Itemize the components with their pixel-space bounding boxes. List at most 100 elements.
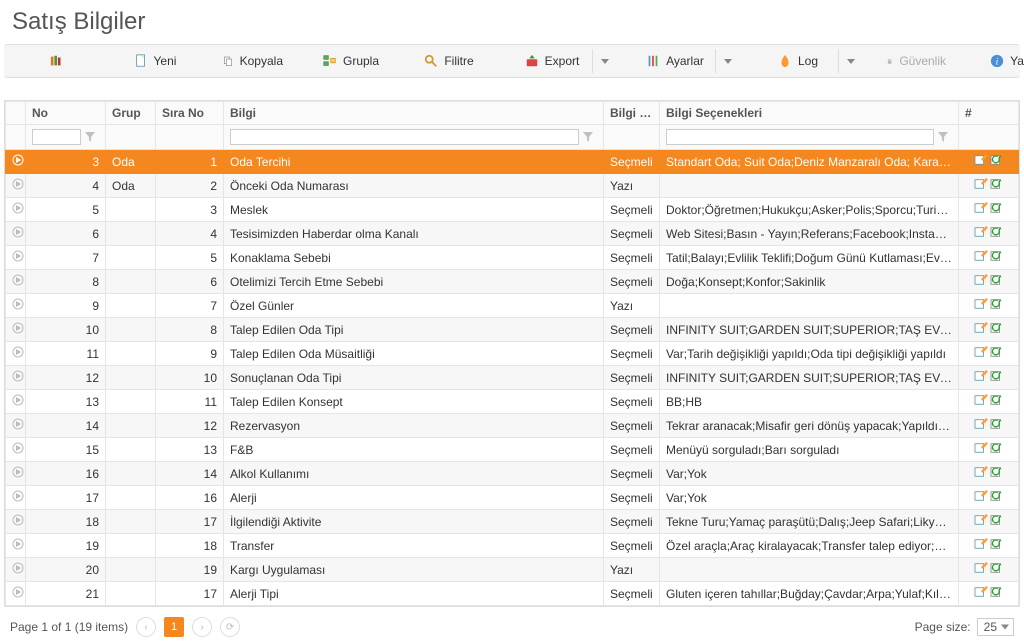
table-row[interactable]: 3Oda1Oda TercihiSeçmeliStandart Oda; Sui… xyxy=(6,150,1019,174)
refresh-icon[interactable] xyxy=(990,418,1004,430)
settings-button[interactable]: Ayarlar xyxy=(625,49,715,73)
copy-button[interactable]: Kopyala xyxy=(208,49,298,73)
table-row[interactable]: 86Otelimizi Tercih Etme SebebiSeçmeliDoğ… xyxy=(6,270,1019,294)
expand-cell[interactable] xyxy=(6,270,26,294)
expand-cell[interactable] xyxy=(6,246,26,270)
edit-icon[interactable] xyxy=(974,178,988,190)
pager-refresh[interactable]: ⟳ xyxy=(220,617,240,637)
refresh-icon[interactable] xyxy=(990,442,1004,454)
table-row[interactable]: 1716AlerjiSeçmeliVar;Yok xyxy=(6,486,1019,510)
edit-icon[interactable] xyxy=(974,490,988,502)
filter-icon[interactable] xyxy=(937,131,949,143)
table-row[interactable]: 4Oda2Önceki Oda NumarasıYazı xyxy=(6,174,1019,198)
log-dropdown[interactable] xyxy=(838,49,863,73)
pager-current[interactable]: 1 xyxy=(164,617,184,637)
filter-bilgi[interactable] xyxy=(230,129,579,145)
table-row[interactable]: 75Konaklama SebebiSeçmeliTatil;Balayı;Ev… xyxy=(6,246,1019,270)
col-grup[interactable]: Grup xyxy=(106,102,156,125)
expand-cell[interactable] xyxy=(6,510,26,534)
export-button[interactable]: Export xyxy=(502,49,592,73)
table-row[interactable]: 119Talep Edilen Oda MüsaitliğiSeçmeliVar… xyxy=(6,342,1019,366)
page-size-select[interactable]: 25 xyxy=(977,618,1014,636)
edit-icon[interactable] xyxy=(974,466,988,478)
refresh-icon[interactable] xyxy=(990,202,1004,214)
refresh-icon[interactable] xyxy=(990,562,1004,574)
expand-cell[interactable] xyxy=(6,534,26,558)
refresh-icon[interactable] xyxy=(990,322,1004,334)
refresh-icon[interactable] xyxy=(990,250,1004,262)
refresh-icon[interactable] xyxy=(990,394,1004,406)
col-no[interactable]: No xyxy=(26,102,106,125)
security-button[interactable]: Güvenlik xyxy=(871,49,961,73)
edit-icon[interactable] xyxy=(974,322,988,334)
edit-icon[interactable] xyxy=(974,250,988,262)
pager-next[interactable]: › xyxy=(192,617,212,637)
edit-icon[interactable] xyxy=(974,538,988,550)
filter-sec[interactable] xyxy=(666,129,934,145)
refresh-icon[interactable] xyxy=(990,178,1004,190)
toolbar-icon-button[interactable] xyxy=(12,49,102,73)
table-row[interactable]: 1614Alkol KullanımıSeçmeliVar;Yok xyxy=(6,462,1019,486)
edit-icon[interactable] xyxy=(974,226,988,238)
expand-cell[interactable] xyxy=(6,390,26,414)
help-button[interactable]: i Yardım xyxy=(969,49,1024,73)
table-row[interactable]: 108Talep Edilen Oda TipiSeçmeliINFINITY … xyxy=(6,318,1019,342)
table-row[interactable]: 1918TransferSeçmeliÖzel araçla;Araç kira… xyxy=(6,534,1019,558)
col-expand[interactable] xyxy=(6,102,26,125)
refresh-icon[interactable] xyxy=(990,538,1004,550)
refresh-icon[interactable] xyxy=(990,490,1004,502)
table-row[interactable]: 1513F&BSeçmeliMenüyü sorguladı;Barı sorg… xyxy=(6,438,1019,462)
expand-cell[interactable] xyxy=(6,438,26,462)
expand-cell[interactable] xyxy=(6,198,26,222)
filter-icon[interactable] xyxy=(84,131,96,143)
refresh-icon[interactable] xyxy=(990,274,1004,286)
edit-icon[interactable] xyxy=(974,298,988,310)
edit-icon[interactable] xyxy=(974,586,988,598)
expand-cell[interactable] xyxy=(6,462,26,486)
edit-icon[interactable] xyxy=(974,394,988,406)
expand-cell[interactable] xyxy=(6,366,26,390)
table-row[interactable]: 97Özel GünlerYazı xyxy=(6,294,1019,318)
edit-icon[interactable] xyxy=(974,202,988,214)
expand-cell[interactable] xyxy=(6,558,26,582)
export-dropdown[interactable] xyxy=(592,49,617,73)
edit-icon[interactable] xyxy=(974,346,988,358)
col-sira[interactable]: Sıra No xyxy=(156,102,224,125)
edit-icon[interactable] xyxy=(974,442,988,454)
settings-dropdown[interactable] xyxy=(715,49,740,73)
col-sec[interactable]: Bilgi Seçenekleri xyxy=(660,102,959,125)
expand-cell[interactable] xyxy=(6,486,26,510)
new-button[interactable]: Yeni xyxy=(110,49,200,73)
edit-icon[interactable] xyxy=(974,418,988,430)
table-row[interactable]: 2117Alerji TipiSeçmeliGluten içeren tahı… xyxy=(6,582,1019,606)
expand-cell[interactable] xyxy=(6,414,26,438)
col-actions[interactable]: # xyxy=(959,102,1019,125)
expand-cell[interactable] xyxy=(6,318,26,342)
expand-cell[interactable] xyxy=(6,342,26,366)
col-tipi[interactable]: Bilgi Tipi xyxy=(604,102,660,125)
refresh-icon[interactable] xyxy=(990,298,1004,310)
refresh-icon[interactable] xyxy=(990,226,1004,238)
table-row[interactable]: 64Tesisimizden Haberdar olma KanalıSeçme… xyxy=(6,222,1019,246)
refresh-icon[interactable] xyxy=(990,154,1004,166)
filter-no[interactable] xyxy=(32,129,81,145)
table-row[interactable]: 1210Sonuçlanan Oda TipiSeçmeliINFINITY S… xyxy=(6,366,1019,390)
table-row[interactable]: 53MeslekSeçmeliDoktor;Öğretmen;Hukukçu;A… xyxy=(6,198,1019,222)
table-row[interactable]: 1412RezervasyonSeçmeliTekrar aranacak;Mi… xyxy=(6,414,1019,438)
expand-cell[interactable] xyxy=(6,582,26,606)
table-row[interactable]: 1311Talep Edilen KonseptSeçmeliBB;HB xyxy=(6,390,1019,414)
expand-cell[interactable] xyxy=(6,174,26,198)
filter-icon[interactable] xyxy=(582,131,594,143)
refresh-icon[interactable] xyxy=(990,346,1004,358)
edit-icon[interactable] xyxy=(974,514,988,526)
refresh-icon[interactable] xyxy=(990,466,1004,478)
col-bilgi[interactable]: Bilgi xyxy=(224,102,604,125)
table-row[interactable]: 1817İlgilendiği AktiviteSeçmeliTekne Tur… xyxy=(6,510,1019,534)
refresh-icon[interactable] xyxy=(990,514,1004,526)
edit-icon[interactable] xyxy=(974,274,988,286)
refresh-icon[interactable] xyxy=(990,370,1004,382)
edit-icon[interactable] xyxy=(974,562,988,574)
table-row[interactable]: 2019Kargı UygulamasıYazı xyxy=(6,558,1019,582)
refresh-icon[interactable] xyxy=(990,586,1004,598)
expand-cell[interactable] xyxy=(6,294,26,318)
